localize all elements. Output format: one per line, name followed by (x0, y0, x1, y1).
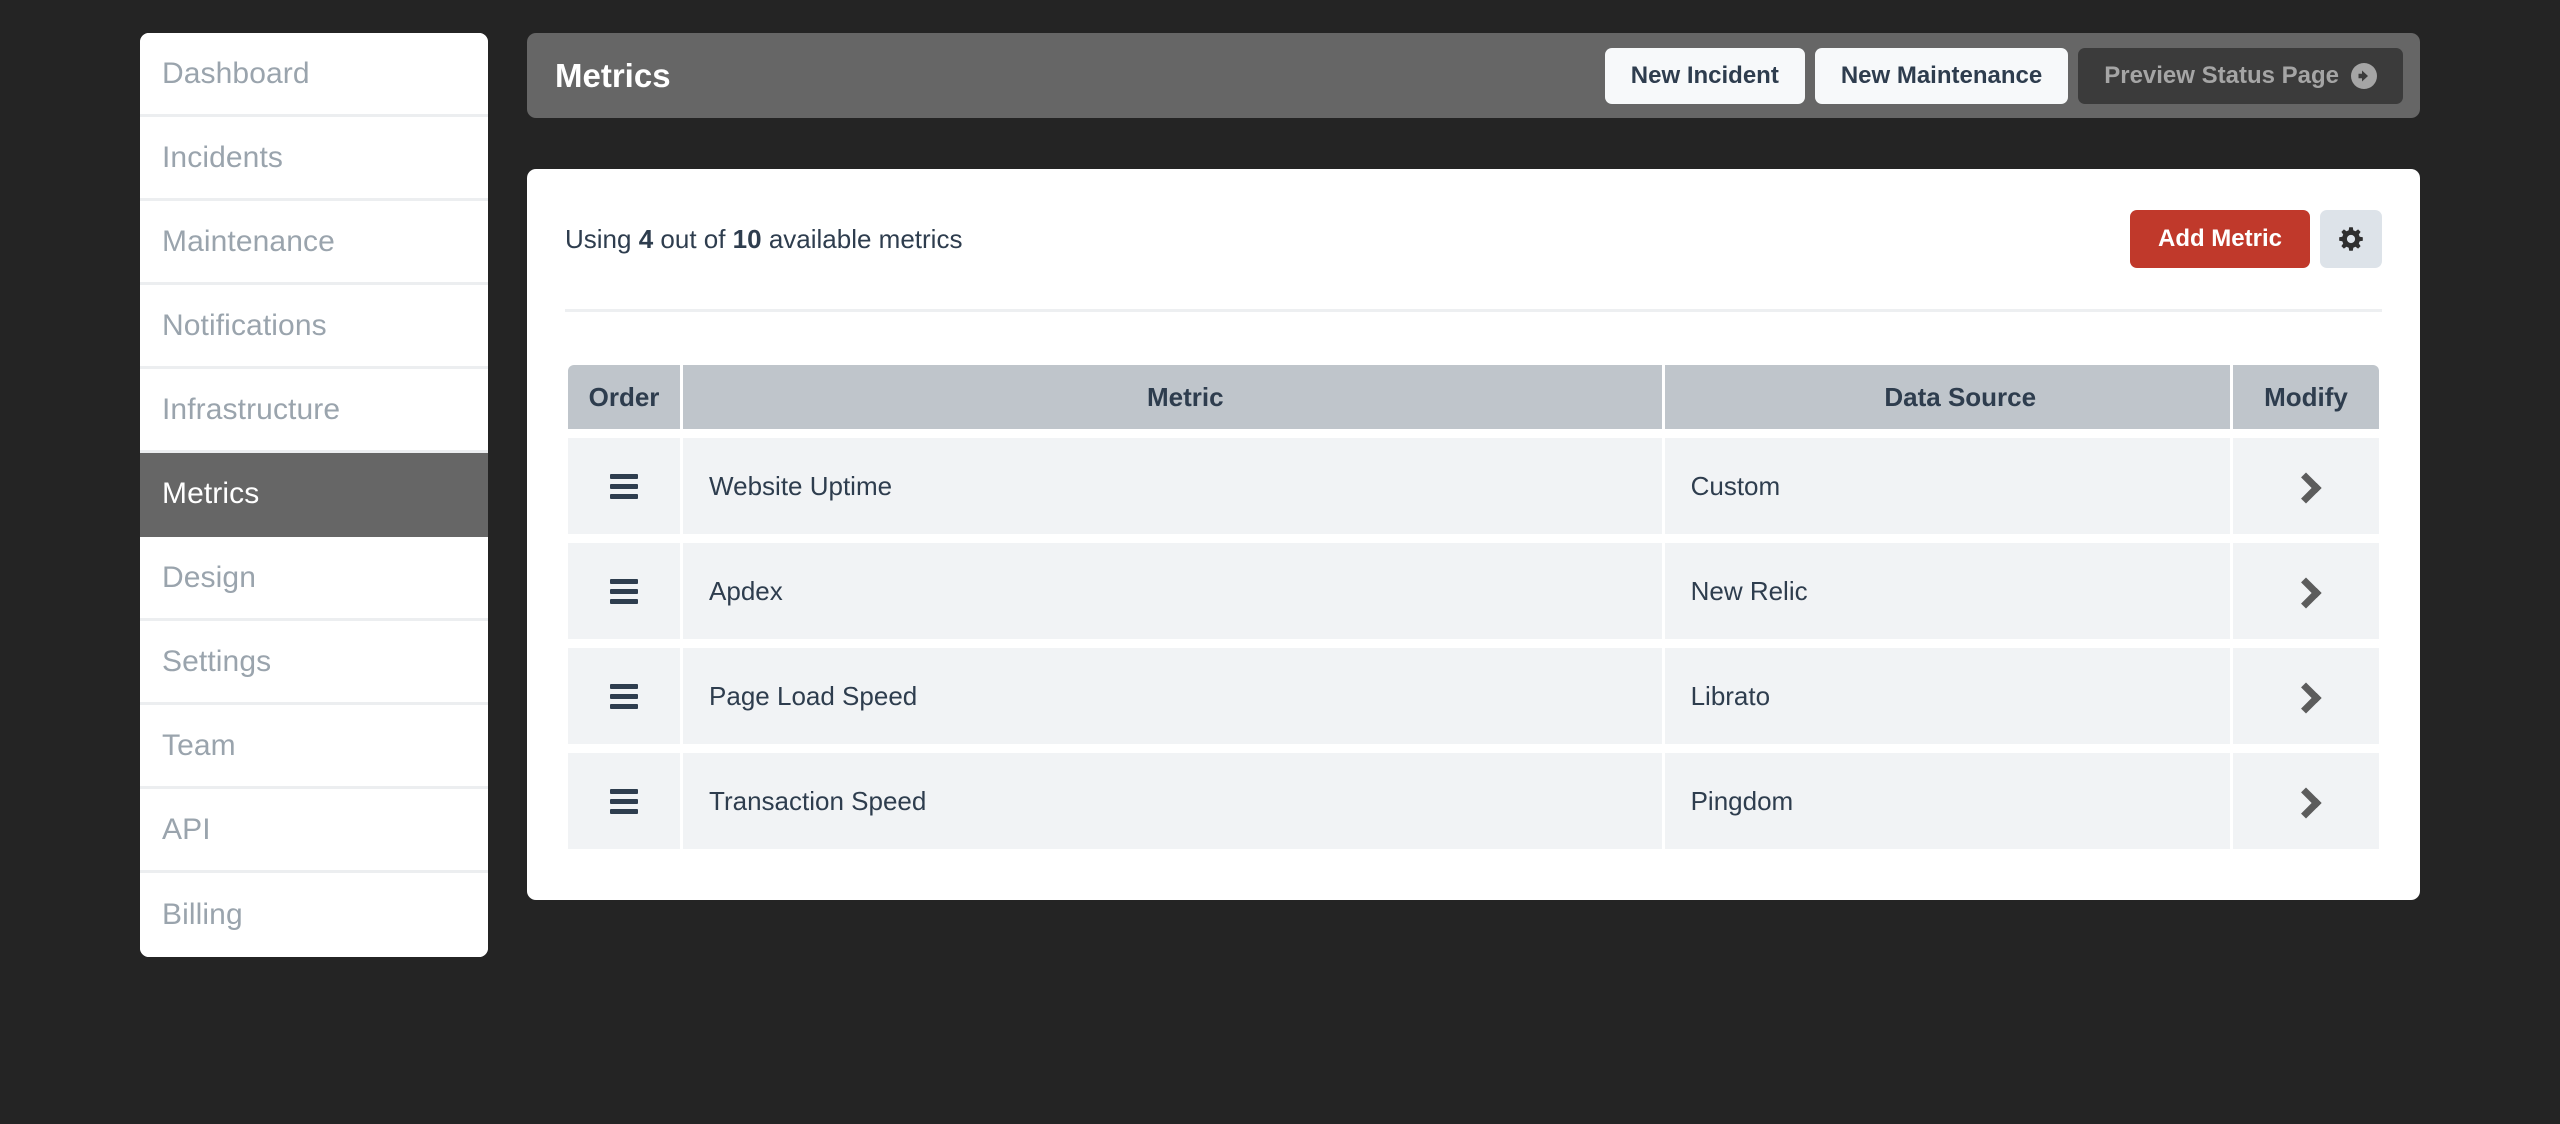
chevron-right-icon[interactable] (2290, 682, 2322, 714)
sidebar-item-notifications[interactable]: Notifications (140, 285, 488, 369)
metric-data-source-cell: Librato (1664, 648, 2230, 744)
sidebar-item-maintenance[interactable]: Maintenance (140, 201, 488, 285)
sidebar-item-billing[interactable]: Billing (140, 873, 488, 957)
sidebar-item-incidents[interactable]: Incidents (140, 117, 488, 201)
sidebar-item-label: API (162, 812, 211, 846)
metric-modify-cell[interactable] (2232, 648, 2379, 744)
metrics-table-head: Order Metric Data Source Modify (568, 365, 2379, 429)
preview-status-page-label: Preview Status Page (2104, 61, 2339, 89)
metric-name-cell: Page Load Speed (683, 648, 1662, 744)
gear-icon (2338, 226, 2364, 252)
chevron-right-icon[interactable] (2290, 577, 2322, 609)
sidebar-item-label: Design (162, 560, 256, 594)
metric-modify-cell[interactable] (2232, 543, 2379, 639)
sidebar-item-infrastructure[interactable]: Infrastructure (140, 369, 488, 453)
page-header: Metrics New Incident New Maintenance Pre… (527, 33, 2420, 118)
new-incident-button[interactable]: New Incident (1604, 47, 1805, 104)
sidebar-item-api[interactable]: API (140, 789, 488, 873)
chevron-right-icon[interactable] (2290, 472, 2322, 504)
app-root: Dashboard Incidents Maintenance Notificatio… (0, 0, 2560, 1124)
sidebar-item-label: Maintenance (162, 224, 335, 258)
metric-name-cell: Apdex (683, 543, 1662, 639)
metrics-settings-button[interactable] (2320, 210, 2382, 268)
metrics-table: Order Metric Data Source Modify Website … (565, 356, 2382, 858)
metrics-card-header: Using 4 out of 10 available metrics Add … (565, 169, 2382, 312)
table-row: Page Load Speed Librato (568, 648, 2379, 744)
table-row: Transaction Speed Pingdom (568, 753, 2379, 849)
arrow-circle-right-icon (2351, 62, 2377, 89)
preview-status-page-button[interactable]: Preview Status Page (2078, 47, 2403, 104)
metric-data-source-cell: Pingdom (1664, 753, 2230, 849)
metrics-table-body: Website Uptime Custom Apdex New Relic Page L… (568, 438, 2379, 849)
sidebar-item-label: Billing (162, 898, 243, 931)
table-row: Apdex New Relic (568, 543, 2379, 639)
add-metric-button[interactable]: Add Metric (2129, 210, 2310, 268)
usage-total-count: 10 (732, 223, 762, 254)
usage-used-count: 4 (638, 223, 654, 254)
metrics-card-actions: Add Metric (2129, 210, 2382, 268)
sidebar-item-label: Settings (162, 644, 272, 678)
metric-name-cell: Transaction Speed (683, 753, 1662, 849)
page-title: Metrics (555, 56, 671, 94)
column-header-order: Order (568, 365, 681, 429)
column-header-metric: Metric (683, 365, 1662, 429)
sidebar-item-label: Incidents (162, 140, 283, 174)
drag-handle-icon[interactable] (610, 574, 639, 609)
metric-data-source-cell: Custom (1664, 438, 2230, 534)
metrics-card: Using 4 out of 10 available metrics Add … (527, 169, 2420, 900)
metric-order-cell (568, 438, 681, 534)
metrics-usage-text: Using 4 out of 10 available metrics (565, 224, 2130, 255)
sidebar-item-label: Team (162, 728, 236, 762)
metric-modify-cell[interactable] (2232, 438, 2379, 534)
drag-handle-icon[interactable] (610, 679, 639, 714)
table-header-row: Order Metric Data Source Modify (568, 365, 2379, 429)
drag-handle-icon[interactable] (610, 784, 639, 819)
sidebar-item-metrics[interactable]: Metrics (140, 453, 488, 537)
usage-prefix: Using (565, 223, 639, 254)
metric-order-cell (568, 753, 681, 849)
metric-order-cell (568, 648, 681, 744)
sidebar-item-label: Dashboard (162, 56, 310, 90)
usage-middle: out of (653, 223, 733, 254)
sidebar-item-dashboard[interactable]: Dashboard (140, 33, 488, 117)
metric-name-cell: Website Uptime (683, 438, 1662, 534)
sidebar-item-design[interactable]: Design (140, 537, 488, 621)
table-row: Website Uptime Custom (568, 438, 2379, 534)
column-header-data-source: Data Source (1664, 365, 2230, 429)
sidebar-nav: Dashboard Incidents Maintenance Notificatio… (140, 33, 488, 957)
sidebar-item-label: Metrics (162, 476, 260, 510)
sidebar-item-label: Notifications (162, 308, 327, 342)
sidebar-item-team[interactable]: Team (140, 705, 488, 789)
chevron-right-icon[interactable] (2290, 787, 2322, 819)
metric-data-source-cell: New Relic (1664, 543, 2230, 639)
usage-suffix: available metrics (761, 223, 963, 254)
sidebar-item-settings[interactable]: Settings (140, 621, 488, 705)
metric-order-cell (568, 543, 681, 639)
drag-handle-icon[interactable] (610, 469, 639, 504)
sidebar-item-label: Infrastructure (162, 392, 341, 426)
header-actions: New Incident New Maintenance Preview Sta… (1604, 47, 2403, 104)
metric-modify-cell[interactable] (2232, 753, 2379, 849)
column-header-modify: Modify (2232, 365, 2379, 429)
new-maintenance-button[interactable]: New Maintenance (1814, 47, 2069, 104)
